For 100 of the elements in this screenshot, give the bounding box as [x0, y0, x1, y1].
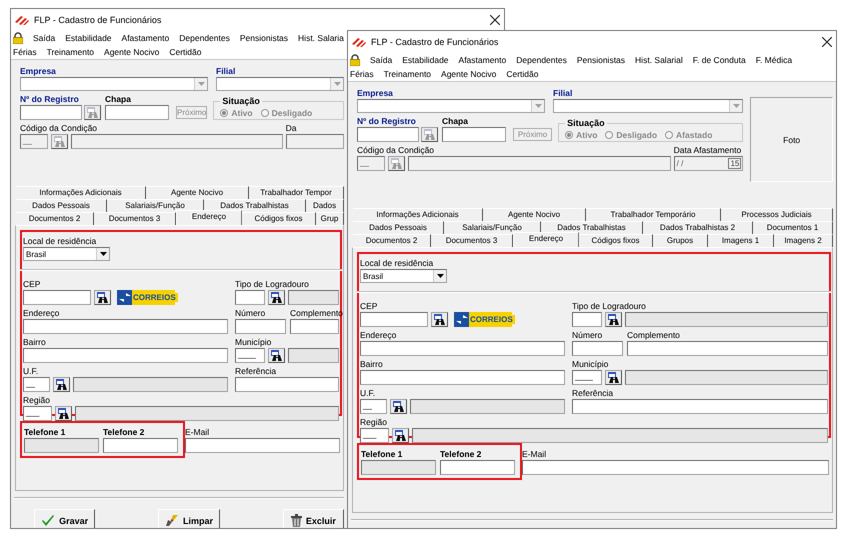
tab[interactable]: Agente Nocivo	[483, 208, 586, 221]
search-button[interactable]	[268, 348, 285, 363]
menu-item[interactable]: Férias	[350, 69, 374, 79]
tab[interactable]: Agente Nocivo	[146, 186, 249, 199]
text-field[interactable]: __	[360, 399, 387, 414]
menu-item[interactable]: Estabilidade	[402, 55, 449, 65]
tab[interactable]: Imagens 2	[774, 234, 833, 247]
date-field[interactable]	[286, 134, 344, 149]
text-field[interactable]	[625, 312, 828, 327]
tab[interactable]: Informações Adicionais	[16, 186, 146, 199]
tab[interactable]: Dados Pessoais	[353, 221, 444, 234]
tab[interactable]: Grupos	[653, 234, 708, 247]
calendar-button[interactable]: 15	[728, 158, 742, 169]
tab[interactable]: Processos Judiciais	[721, 208, 833, 221]
close-icon[interactable]	[822, 37, 832, 47]
menu-item[interactable]: Dependentes	[179, 33, 230, 43]
menu-item[interactable]: Pensionistas	[240, 33, 288, 43]
tab[interactable]: Códigos fixos	[579, 234, 653, 247]
search-button[interactable]	[94, 290, 111, 305]
text-field[interactable]: ____	[572, 370, 602, 385]
text-field[interactable]	[290, 319, 339, 334]
action-button[interactable]: Limpar	[158, 509, 220, 528]
text-field[interactable]	[572, 341, 623, 356]
text-field[interactable]: ____	[235, 348, 265, 363]
close-icon[interactable]	[490, 15, 500, 25]
menu-item[interactable]: Afastamento	[122, 33, 170, 43]
text-field[interactable]	[75, 406, 339, 421]
search-button[interactable]	[55, 406, 72, 421]
country-dropdown[interactable]: Brasil	[23, 247, 110, 261]
tab[interactable]: Dados	[306, 199, 344, 212]
menu-item[interactable]: Agente Nocivo	[104, 47, 160, 57]
menu-item[interactable]: F. Médica	[756, 55, 792, 65]
tab[interactable]: Dados Trabalhistas 2	[643, 221, 753, 234]
company-dropdown[interactable]	[357, 99, 545, 113]
menu-item[interactable]: Saída	[33, 33, 56, 43]
menu-item[interactable]: Afastamento	[458, 55, 506, 65]
text-field[interactable]	[410, 399, 565, 414]
phone-field[interactable]	[103, 438, 178, 453]
tab[interactable]: Documentos 1	[753, 221, 833, 234]
search-button[interactable]	[53, 377, 70, 392]
text-field[interactable]: ___	[360, 428, 389, 443]
text-field[interactable]	[625, 370, 828, 385]
date-field[interactable]: / / 15	[674, 156, 744, 171]
search-button[interactable]	[431, 312, 448, 327]
text-field[interactable]	[235, 377, 339, 392]
branch-dropdown[interactable]	[216, 77, 344, 91]
text-field[interactable]: ___	[23, 406, 52, 421]
menu-item[interactable]: Treinamento	[46, 47, 94, 57]
menu-item[interactable]: Agente Nocivo	[441, 69, 496, 79]
menu-item[interactable]: Hist. Salarial	[635, 55, 683, 65]
tab[interactable]: Documentos 2	[16, 212, 94, 225]
tab[interactable]: Grup	[316, 212, 344, 225]
email-field[interactable]	[185, 438, 340, 453]
text-field[interactable]	[235, 290, 265, 305]
menu-item[interactable]: Pensionistas	[576, 55, 626, 65]
phone-field[interactable]	[440, 460, 515, 475]
menu-item[interactable]: Hist. Salaria	[298, 33, 344, 43]
text-field[interactable]	[105, 105, 169, 120]
tab[interactable]: Informações Adicionais	[353, 208, 483, 221]
tab[interactable]: Códigos fixos	[242, 212, 316, 225]
tab[interactable]: Endereço	[176, 210, 242, 225]
search-button[interactable]	[605, 312, 622, 327]
country-dropdown[interactable]: Brasil	[360, 269, 447, 283]
postal-logo[interactable]: CORREIOS	[117, 290, 175, 305]
text-field[interactable]	[23, 348, 228, 363]
text-field[interactable]	[627, 341, 828, 356]
postal-logo[interactable]: CORREIOS	[454, 312, 512, 327]
search-button[interactable]	[392, 428, 409, 443]
menu-item[interactable]: Treinamento	[384, 69, 432, 79]
tab[interactable]: Dados Pessoais	[16, 199, 107, 212]
tab[interactable]: Documentos 2	[353, 234, 431, 247]
text-field[interactable]	[360, 370, 565, 385]
tab[interactable]: Imagens 1	[708, 234, 774, 247]
menu-item[interactable]: Certidão	[169, 47, 202, 57]
text-field[interactable]: __	[23, 377, 50, 392]
text-field[interactable]	[288, 348, 339, 363]
menu-item[interactable]: Saída	[370, 55, 392, 65]
text-field[interactable]	[20, 105, 82, 120]
tab[interactable]: Trabalhador Tempor	[249, 186, 344, 199]
menu-item[interactable]: F. de Conduta	[692, 55, 746, 65]
email-field[interactable]	[522, 460, 829, 475]
text-field[interactable]	[442, 127, 506, 142]
text-field[interactable]	[23, 290, 91, 305]
text-field[interactable]	[412, 428, 828, 443]
text-field[interactable]	[73, 377, 228, 392]
menu-item[interactable]: Dependentes	[516, 55, 567, 65]
search-button[interactable]	[390, 399, 407, 414]
text-field[interactable]	[360, 312, 428, 327]
search-button[interactable]	[268, 290, 285, 305]
text-field[interactable]	[572, 399, 828, 414]
action-button[interactable]: Excluir	[282, 509, 344, 528]
action-button[interactable]: Gravar	[34, 509, 96, 528]
menu-item[interactable]: Estabilidade	[65, 33, 112, 43]
text-field[interactable]	[23, 319, 228, 334]
text-field[interactable]	[360, 341, 565, 356]
tab[interactable]: Trabalhador Temporário	[586, 208, 721, 221]
menu-item[interactable]: Certidão	[506, 69, 538, 79]
text-field[interactable]	[408, 156, 671, 171]
search-button[interactable]	[51, 134, 68, 149]
branch-dropdown[interactable]	[553, 99, 744, 113]
